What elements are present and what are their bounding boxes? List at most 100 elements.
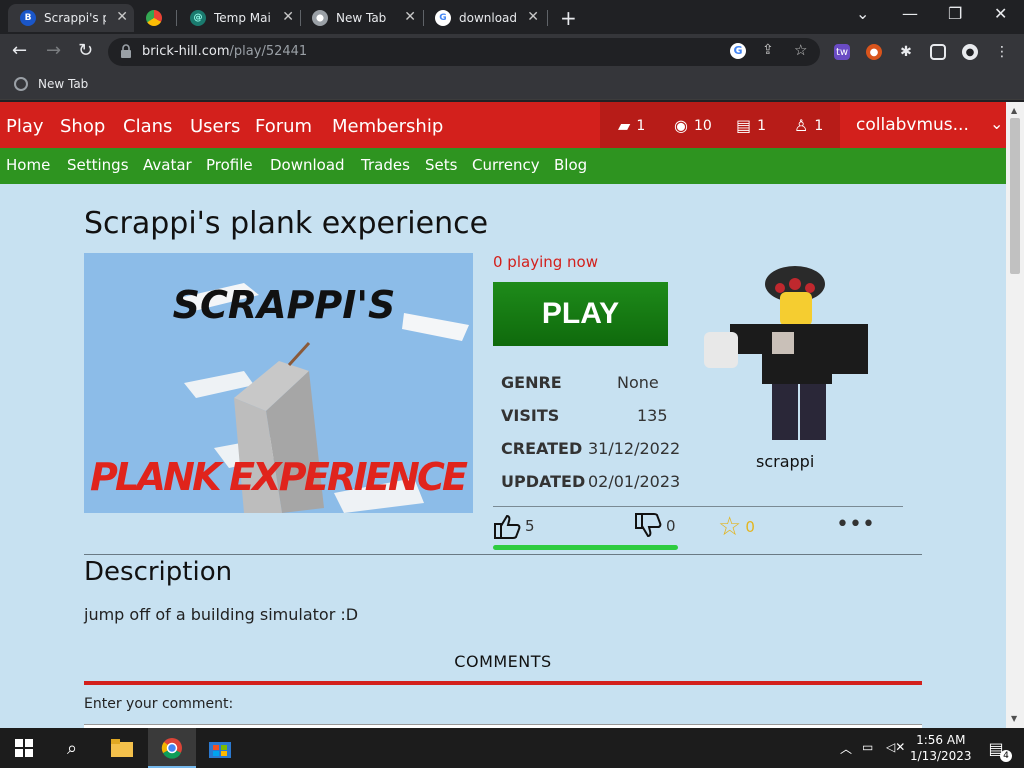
- genre-value: None: [617, 373, 659, 392]
- friends-stat[interactable]: ♙ 1: [794, 116, 823, 135]
- creator-avatar[interactable]: [700, 262, 870, 442]
- globe-icon: [14, 77, 28, 91]
- game-thumbnail[interactable]: SCRAPPI'S PLANK EXPERIENCE: [84, 253, 473, 513]
- search-icon[interactable]: ⌕: [60, 736, 84, 760]
- scroll-up-icon[interactable]: ▲: [1011, 106, 1017, 115]
- forward-arrow-icon[interactable]: →: [46, 40, 61, 61]
- tab-webstore[interactable]: [134, 4, 174, 32]
- messages-count: 1: [757, 117, 767, 134]
- file-explorer-icon[interactable]: [110, 736, 134, 760]
- network-icon[interactable]: ▭: [862, 740, 873, 754]
- nav-clans[interactable]: Clans: [123, 116, 172, 137]
- windows-start-icon[interactable]: [12, 736, 36, 760]
- address-bar[interactable]: brick-hill.com/play/52441 G ⇪ ☆: [108, 38, 820, 66]
- created-label: CREATED: [501, 439, 583, 458]
- subnav-settings[interactable]: Settings: [67, 156, 129, 174]
- menu-dots-icon[interactable]: ⋮: [994, 44, 1010, 60]
- brick-icon: ▰: [618, 116, 631, 135]
- subnav-download[interactable]: Download: [270, 156, 345, 174]
- tab-title: download: [459, 11, 517, 25]
- messages-stat[interactable]: ▤ 1: [736, 116, 766, 135]
- page-scrollbar[interactable]: ▲ ▼: [1006, 102, 1024, 728]
- thumbs-down-icon: [635, 513, 662, 538]
- tray-chevron-icon[interactable]: ︿: [840, 740, 852, 757]
- bricks-count: 1: [636, 117, 646, 134]
- subnav-trades[interactable]: Trades: [361, 156, 410, 174]
- notification-icon[interactable]: ▤ 4: [984, 736, 1012, 762]
- tab-tempmail[interactable]: @ Temp Mail ✕: [178, 4, 300, 32]
- game-thumbnail-art: SCRAPPI'S PLANK EXPERIENCE: [84, 253, 473, 513]
- extension-icon[interactable]: ●: [866, 44, 882, 60]
- subnav-blog[interactable]: Blog: [554, 156, 587, 174]
- nav-shop[interactable]: Shop: [60, 116, 105, 137]
- close-window-icon[interactable]: ✕: [994, 4, 1007, 23]
- tab-search-chevron-icon[interactable]: ⌄: [856, 4, 869, 23]
- tab-divider: [176, 10, 177, 26]
- scrollbar-thumb[interactable]: [1010, 118, 1020, 274]
- friend-icon: ♙: [794, 116, 809, 135]
- tab-title: Temp Mail: [214, 11, 272, 25]
- puzzle-icon[interactable]: ✱: [898, 44, 914, 60]
- store-icon[interactable]: [208, 736, 232, 760]
- close-icon[interactable]: ✕: [116, 9, 128, 25]
- restore-icon[interactable]: ❐: [948, 4, 962, 23]
- tab-newtab[interactable]: New Tab ✕: [300, 4, 422, 32]
- volume-muted-icon[interactable]: ◁✕: [886, 740, 905, 754]
- subnav-avatar[interactable]: Avatar: [143, 156, 192, 174]
- nav-users[interactable]: Users: [190, 116, 240, 137]
- created-value: 31/12/2022: [588, 439, 681, 458]
- chevron-down-icon[interactable]: ⌄: [990, 114, 1003, 133]
- nav-play[interactable]: Play: [6, 116, 44, 137]
- play-button[interactable]: PLAY: [493, 282, 668, 346]
- downvote-count: 0: [666, 517, 676, 535]
- tab-scrappi[interactable]: B Scrappi's pl ✕: [8, 4, 134, 32]
- section-divider: [84, 554, 922, 555]
- subnav-sets[interactable]: Sets: [425, 156, 457, 174]
- back-arrow-icon[interactable]: ←: [12, 40, 27, 61]
- tab-divider: [547, 10, 548, 26]
- bricks-stat[interactable]: ▰ 1: [618, 116, 645, 135]
- minimize-icon[interactable]: —: [902, 4, 918, 23]
- google-lens-icon[interactable]: G: [730, 43, 746, 59]
- star-icon: ☆: [718, 512, 742, 542]
- site-sub-nav: Home Settings Avatar Profile Download Tr…: [0, 148, 1006, 184]
- visits-label: VISITS: [501, 406, 560, 425]
- updated-value: 02/01/2023: [588, 472, 681, 491]
- bookmark-star-icon[interactable]: ☆: [794, 41, 807, 59]
- nav-forum[interactable]: Forum: [255, 116, 312, 137]
- currency-stats: ▰ 1 ◉ 10 ▤ 1 ♙ 1: [600, 102, 840, 148]
- upvote-button[interactable]: 5: [493, 512, 535, 540]
- extension-icon[interactable]: tw: [834, 44, 850, 60]
- description-heading: Description: [84, 557, 233, 587]
- tab-download[interactable]: G download ✕: [423, 4, 545, 32]
- side-panel-icon[interactable]: [930, 44, 946, 60]
- browser-toolbar: ← → ↻ brick-hill.com/play/52441 G ⇪ ☆ tw…: [0, 34, 1024, 70]
- subnav-profile[interactable]: Profile: [206, 156, 253, 174]
- profile-icon[interactable]: ●: [962, 44, 978, 60]
- nav-membership[interactable]: Membership: [332, 116, 443, 137]
- close-icon[interactable]: ✕: [527, 9, 539, 25]
- username-menu[interactable]: collabvmus...: [856, 115, 969, 135]
- favorite-button[interactable]: ☆ 0: [718, 512, 755, 542]
- bucks-count: 10: [693, 117, 712, 134]
- close-icon[interactable]: ✕: [404, 9, 416, 25]
- share-icon[interactable]: ⇪: [762, 42, 774, 58]
- close-icon[interactable]: ✕: [282, 9, 294, 25]
- new-tab-plus-icon[interactable]: +: [560, 6, 577, 30]
- chrome-icon[interactable]: [160, 736, 184, 760]
- subnav-currency[interactable]: Currency: [472, 156, 540, 174]
- system-clock[interactable]: 1:56 AM 1/13/2023: [910, 732, 972, 764]
- comments-divider: [84, 681, 922, 685]
- reload-icon[interactable]: ↻: [78, 40, 93, 61]
- downvote-button[interactable]: 0: [634, 512, 676, 540]
- subnav-home[interactable]: Home: [6, 156, 50, 174]
- more-options-icon[interactable]: •••: [836, 512, 875, 537]
- bookmark-newtab[interactable]: New Tab: [14, 77, 88, 91]
- bookmarks-bar: New Tab: [0, 70, 1024, 100]
- bucks-stat[interactable]: ◉ 10: [674, 116, 712, 135]
- scroll-down-icon[interactable]: ▼: [1011, 714, 1017, 723]
- description-text: jump off of a building simulator :D: [84, 605, 359, 624]
- url-domain: brick-hill.com: [142, 44, 230, 59]
- notification-count: 4: [1000, 750, 1012, 762]
- creator-name[interactable]: scrappi: [756, 452, 814, 471]
